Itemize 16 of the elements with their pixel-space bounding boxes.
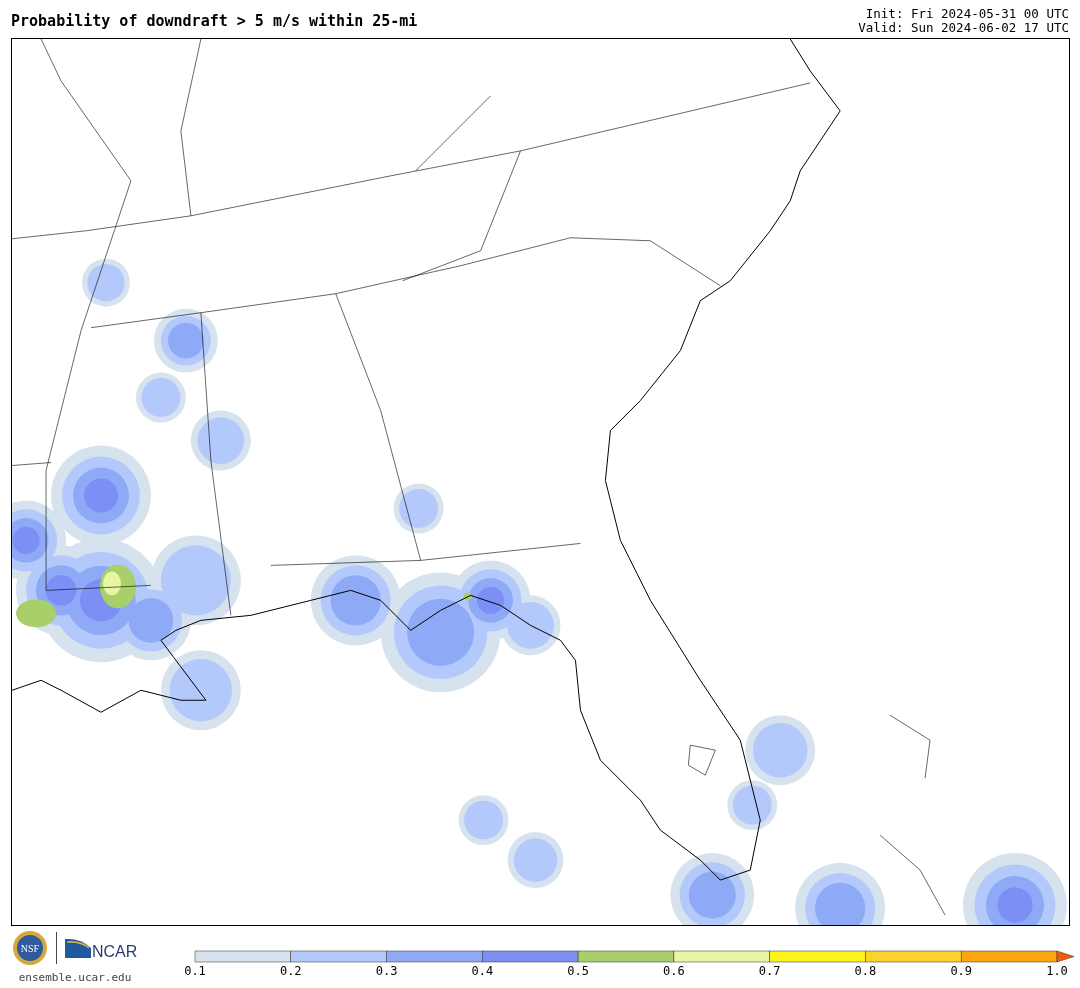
- tick-label: 0.9: [950, 963, 973, 980]
- ncar-logo: NCAR: [64, 936, 139, 960]
- tick-label: 0.4: [471, 963, 494, 980]
- tick-label: 0.6: [663, 963, 685, 980]
- tick-label: 0.2: [279, 963, 302, 980]
- tick-label: 0.5: [567, 963, 589, 980]
- tick-label: 0.1: [184, 963, 206, 980]
- tick-label: 0.7: [758, 963, 781, 980]
- chart-title: Probability of downdraft > 5 m/s within 25-mi: [11, 11, 418, 32]
- tick-label: 0.3: [375, 963, 398, 980]
- tick-label: 0.8: [854, 963, 877, 980]
- tick-label: 1.0: [1046, 963, 1068, 980]
- init-time: Init: Fri 2024-05-31 00 UTC: [864, 7, 1069, 21]
- valid-time: Valid: Sun 2024-06-02 17 UTC: [858, 21, 1069, 35]
- nsf-logo: NSF: [11, 930, 48, 966]
- website-url: ensemble.ucar.edu: [18, 970, 132, 986]
